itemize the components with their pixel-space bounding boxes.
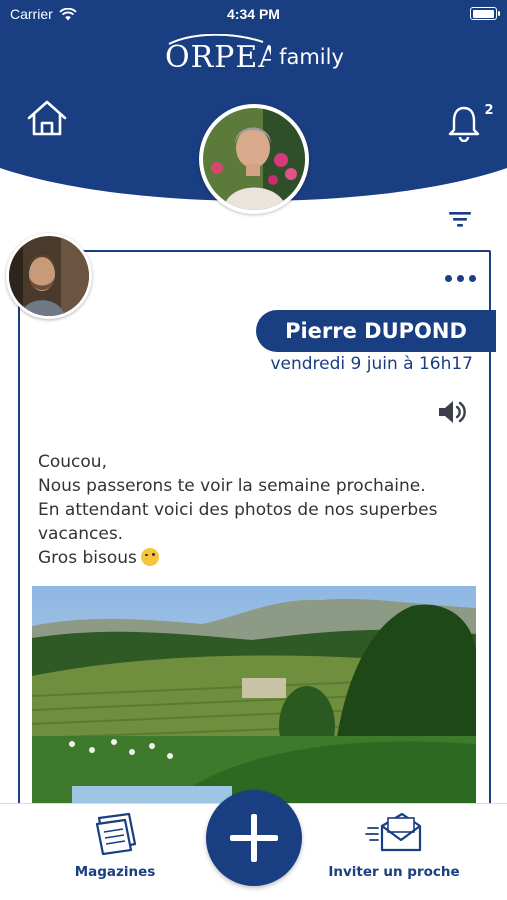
more-dot [444,274,452,282]
author-name-label: Pierre DUPOND [256,310,496,352]
kiss-emoji-icon [140,548,159,566]
post-message: Coucou, Nous passerons te voir la semain… [38,450,468,570]
message-line: Gros bisous [38,548,137,568]
vineyard-photo [32,586,476,804]
invite-label: Inviter un proche [328,864,460,880]
resident-photo [203,108,305,210]
more-options-button[interactable] [440,268,480,288]
message-line: vacances. [38,524,124,544]
logo-text: ORPEA [165,40,271,74]
message-line: Coucou, [38,452,107,472]
filter-button[interactable] [446,206,474,232]
filter-icon [449,212,471,227]
notification-count-badge: 2 [477,100,501,122]
add-post-button[interactable] [206,790,302,886]
resident-avatar[interactable] [199,104,309,214]
more-dot [468,274,476,282]
magazines-tab[interactable]: Magazines [64,810,166,880]
orpea-logo: ORPEA [165,34,271,74]
more-dot [456,274,464,282]
author-avatar[interactable] [6,233,92,319]
plus-icon [230,814,278,862]
speaker-icon [439,401,466,423]
envelope-invite-icon [365,812,422,852]
brand-family-label: family [279,45,344,69]
post-date: vendredi 9 juin à 16h17 [270,354,473,374]
magazine-icon [95,812,137,856]
status-bar: Carrier 4:34 PM [0,0,507,30]
message-line-last: Gros bisous [38,546,468,570]
magazines-label: Magazines [74,864,156,880]
read-aloud-button[interactable] [436,397,468,427]
message-line: En attendant voici des photos de nos sup… [38,500,438,520]
author-photo [9,236,89,316]
status-time: 4:34 PM [227,6,280,22]
home-button[interactable] [25,98,69,138]
home-icon [27,100,67,136]
app-brand: ORPEA family [0,34,507,74]
invite-relative-tab[interactable]: Inviter un proche [326,810,462,880]
post-photo[interactable] [32,586,476,804]
battery-icon [470,7,500,20]
message-line: Nous passerons te voir la semaine procha… [38,476,426,496]
battery-level [472,9,494,18]
